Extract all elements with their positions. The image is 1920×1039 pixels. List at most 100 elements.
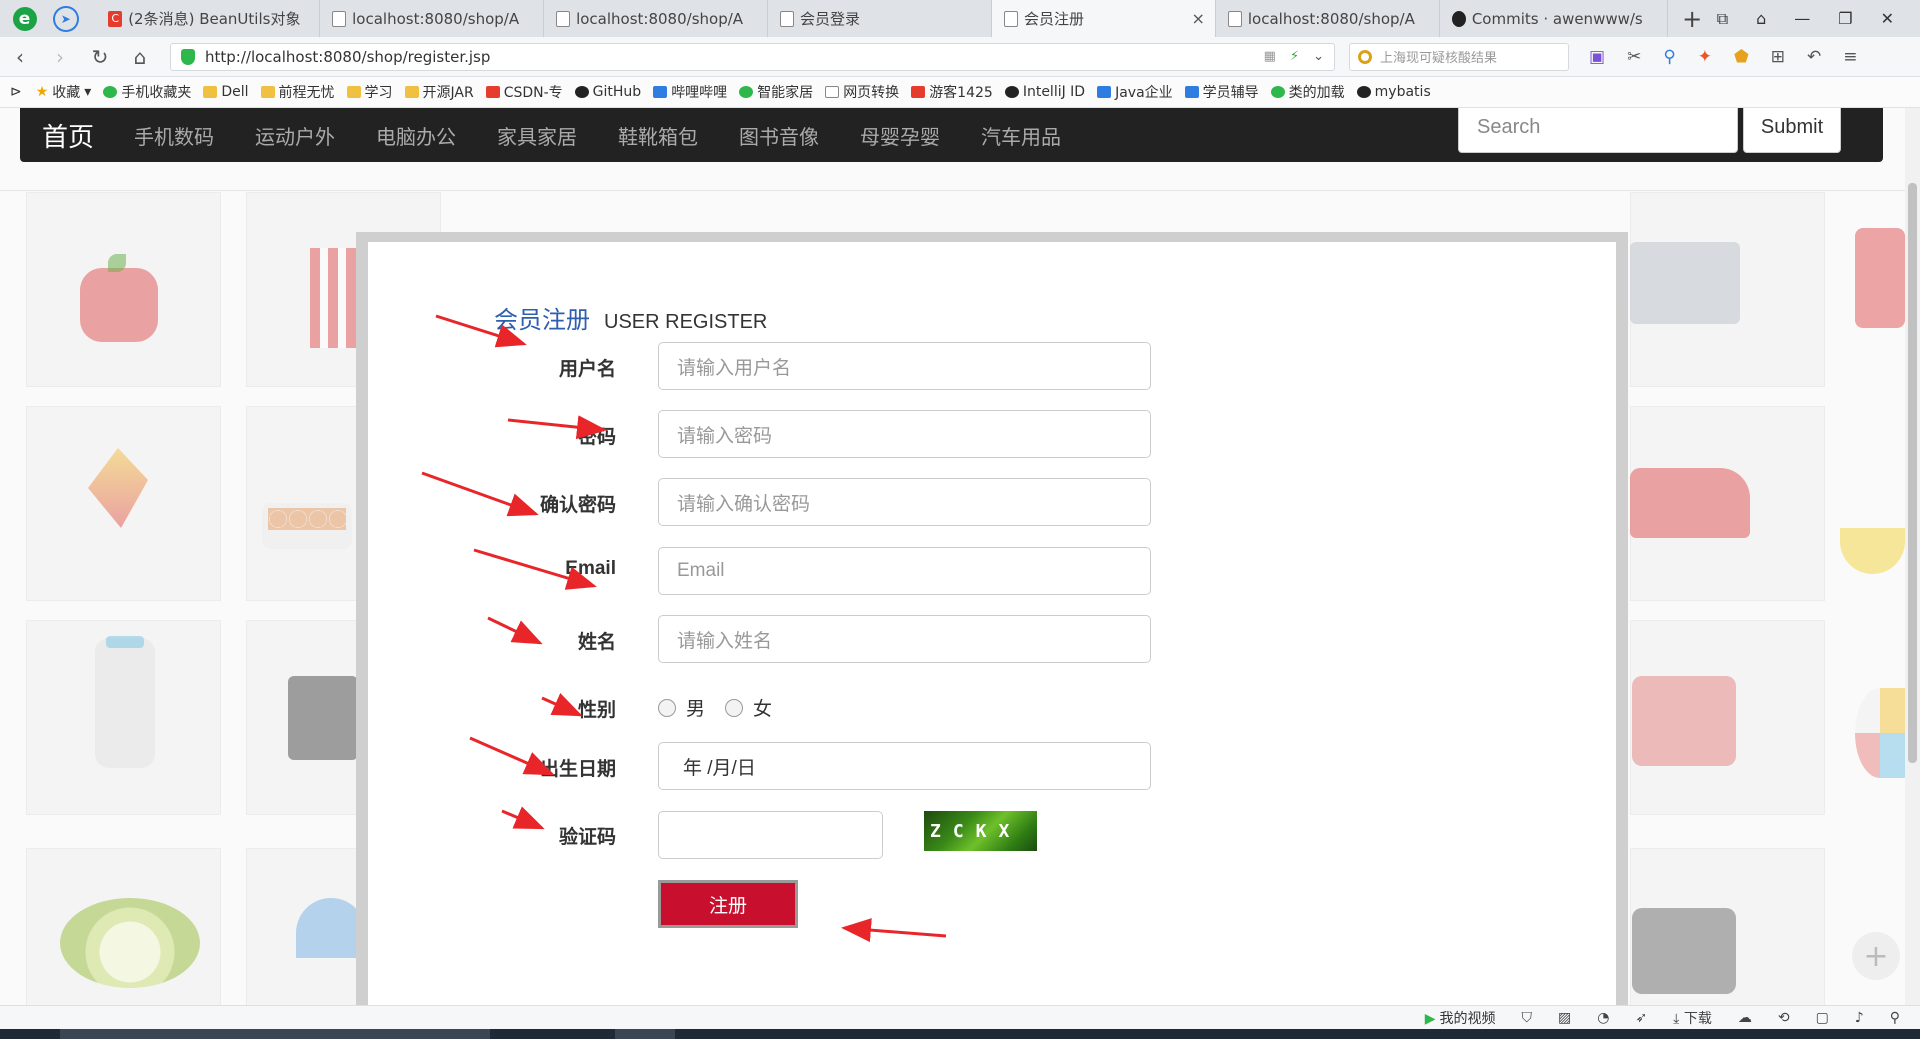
tab-register[interactable]: 会员注册 × [991, 0, 1216, 37]
nav-item-furniture[interactable]: 家具家居 [497, 121, 577, 150]
captcha-image[interactable]: ZCKX [924, 811, 1037, 851]
tab-list-icon[interactable]: ⧉ [1717, 9, 1728, 29]
bookmark-item[interactable]: 游客1425 [911, 82, 993, 102]
gender-male-radio[interactable] [658, 699, 676, 717]
zoom-icon[interactable]: ⚲ [1890, 1010, 1900, 1026]
email-label: Email [565, 558, 616, 579]
nav-item-shoes[interactable]: 鞋靴箱包 [618, 121, 698, 150]
pin-icon[interactable]: ⌂ [1756, 9, 1766, 28]
bookmark-item[interactable]: 学习 [346, 82, 393, 102]
tab-localhost-1[interactable]: localhost:8080/shop/A [320, 0, 545, 37]
bookmark-item[interactable]: 智能家居 [739, 82, 813, 102]
bookmark-label: 收藏 [52, 85, 81, 101]
bookmark-item[interactable]: GitHub [574, 84, 641, 100]
rocket-icon[interactable]: ➶ [1635, 1010, 1647, 1026]
bookmark-item[interactable]: IntelliJ ID [1004, 84, 1085, 100]
bookmark-item[interactable]: Dell [203, 84, 249, 100]
reload-icon[interactable]: ↻ [80, 45, 120, 69]
birthday-input[interactable]: 年 /月/日 [658, 742, 1151, 790]
bookmark-item[interactable]: ★ 收藏 ▾ [36, 82, 92, 102]
scrollbar-thumb[interactable] [1908, 183, 1917, 763]
tab-login[interactable]: 会员登录 [768, 0, 992, 37]
url-actions: ▦ ⚡ ⌄ [1264, 49, 1324, 64]
confirm-password-input[interactable]: 请输入确认密码 [658, 478, 1151, 526]
image-icon[interactable]: ▨ [1558, 1010, 1571, 1026]
taskbar-item[interactable] [60, 1029, 490, 1039]
bookmark-item[interactable]: 类的加载 [1270, 82, 1345, 102]
add-icon[interactable]: + [1852, 932, 1900, 980]
lightning-icon[interactable]: ⚡ [1290, 49, 1299, 64]
close-icon[interactable]: × [1191, 9, 1204, 28]
menu-icon[interactable]: ≡ [1843, 47, 1857, 67]
magnifier-icon[interactable]: ⚲ [1663, 47, 1675, 67]
close-window-icon[interactable]: ✕ [1881, 9, 1894, 28]
star-icon: ★ [35, 84, 49, 100]
bookmark-item[interactable]: Java企业 [1097, 82, 1173, 102]
undo-icon[interactable]: ↶ [1807, 47, 1821, 67]
translate-icon[interactable]: ▣ [1589, 47, 1605, 67]
new-tab-button[interactable]: + [1668, 0, 1717, 37]
shield-status-icon[interactable]: ⛉ [1521, 1010, 1532, 1026]
bookmark-item[interactable]: 手机收藏夹 [103, 82, 191, 102]
site-search-submit-button[interactable]: Submit [1743, 108, 1841, 153]
bookmark-item[interactable]: 前程无忧 [260, 82, 335, 102]
nav-item-baby[interactable]: 母婴孕婴 [860, 121, 940, 150]
csdn-icon: C [108, 10, 123, 27]
cloud-icon[interactable]: ☁ [1738, 1010, 1752, 1026]
navigate-icon[interactable]: ➤ [53, 5, 79, 32]
download-button[interactable]: ⤓ 下载 [1673, 1008, 1712, 1028]
tab-beanutils[interactable]: C (2条消息) BeanUtils对象 [96, 0, 321, 37]
tab-localhost-3[interactable]: localhost:8080/shop/A [1216, 0, 1440, 37]
url-field[interactable]: http://localhost:8080/shop/register.jsp … [170, 42, 1335, 71]
bookmark-label: 手机收藏夹 [121, 85, 192, 101]
nav-item-computer[interactable]: 电脑办公 [376, 121, 456, 150]
minimize-icon[interactable]: — [1794, 9, 1810, 28]
username-input[interactable]: 请输入用户名 [658, 342, 1151, 390]
bookmark-item[interactable]: mybatis [1356, 84, 1431, 100]
bookmark-item[interactable]: 开源JAR [404, 82, 474, 102]
chevron-down-icon[interactable]: ⌄ [1313, 49, 1324, 64]
taskbar-item[interactable] [615, 1029, 675, 1039]
home-icon[interactable]: ⌂ [120, 45, 160, 69]
csdn-icon [485, 86, 500, 98]
bookmark-item[interactable]: 学员辅导 [1184, 82, 1259, 102]
nav-item-digital[interactable]: 手机数码 [134, 121, 214, 150]
sidebar-toggle-icon[interactable]: ⊳ [10, 84, 22, 100]
qr-icon[interactable]: ▦ [1264, 49, 1276, 64]
gender-female-radio[interactable] [725, 699, 743, 717]
github-icon [574, 86, 589, 98]
back-icon[interactable]: ‹ [0, 45, 40, 69]
confirm-password-label: 确认密码 [539, 494, 616, 516]
email-input[interactable]: Email [658, 547, 1151, 595]
search-engine-box[interactable]: 上海现可疑核酸结果 [1349, 42, 1569, 71]
site-search-input[interactable]: Search [1458, 108, 1738, 153]
captcha-input[interactable] [658, 811, 883, 859]
nav-item-auto[interactable]: 汽车用品 [981, 121, 1061, 150]
forward-icon[interactable]: › [40, 45, 80, 69]
tab-localhost-2[interactable]: localhost:8080/shop/A [544, 0, 769, 37]
nav-item-outdoor[interactable]: 运动户外 [255, 121, 335, 150]
name-input[interactable]: 请输入姓名 [658, 615, 1151, 663]
page-scrollbar[interactable] [1905, 108, 1920, 1005]
my-video-button[interactable]: ▶ 我的视频 [1425, 1008, 1496, 1028]
speed-icon[interactable]: ◔ [1597, 1010, 1609, 1026]
coupon-icon[interactable]: ⬟ [1734, 47, 1749, 67]
bookmark-item[interactable]: 哔哩哔哩 [653, 82, 727, 102]
restore-icon[interactable]: ❐ [1838, 9, 1852, 28]
sound-icon[interactable]: ♪ [1855, 1010, 1864, 1026]
bookmark-item[interactable]: 网页转换 [825, 82, 899, 102]
tab-github-commits[interactable]: Commits · awenwww/s [1440, 0, 1668, 37]
register-submit-button[interactable]: 注册 [658, 880, 798, 928]
window-icon[interactable]: ▢ [1816, 1010, 1829, 1026]
register-title: 会员注册 USER REGISTER [494, 300, 767, 335]
grid-icon[interactable]: ⊞ [1771, 47, 1785, 67]
scissors-icon[interactable]: ✂ [1627, 47, 1641, 67]
nav-item-books[interactable]: 图书音像 [739, 121, 819, 150]
category-nav: 手机数码 运动户外 电脑办公 家具家居 鞋靴箱包 图书音像 母婴孕婴 汽车用品 [134, 121, 1061, 150]
tab-title: 会员注册 [1023, 10, 1084, 28]
home-link[interactable]: 首页 [42, 117, 94, 154]
game-icon[interactable]: ✦ [1698, 47, 1712, 67]
sync-icon[interactable]: ⟲ [1778, 1010, 1790, 1026]
password-input[interactable]: 请输入密码 [658, 410, 1151, 458]
bookmark-item[interactable]: CSDN-专 [485, 82, 563, 102]
